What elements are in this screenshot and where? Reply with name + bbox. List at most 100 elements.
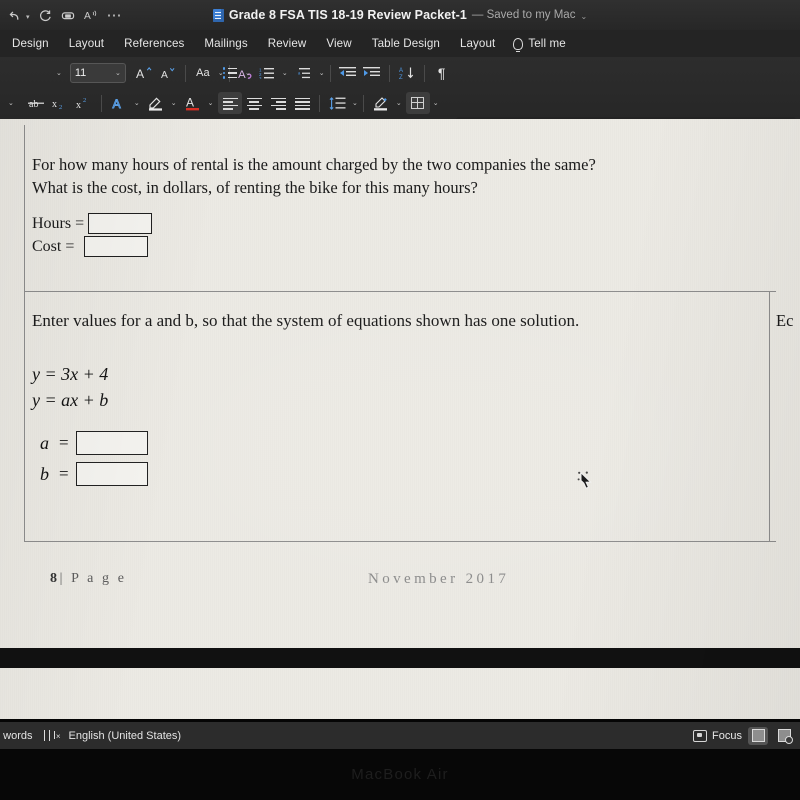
variable-a-input-box[interactable] — [75, 431, 148, 455]
equals-sign-a: = — [59, 433, 69, 452]
tab-table-layout[interactable]: Layout — [450, 37, 505, 50]
change-case-icon[interactable]: Aa — [191, 62, 215, 84]
print-layout-view-button[interactable] — [748, 726, 768, 745]
multilevel-list-icon[interactable]: a — [292, 62, 316, 84]
divider — [319, 94, 320, 112]
focus-button[interactable]: Focus — [693, 729, 742, 742]
superscript-icon[interactable]: x2 — [72, 92, 96, 114]
bulleted-list-chevron-icon[interactable]: ⌄ — [245, 69, 251, 77]
question-1-block: For how many hours of rental is the amou… — [32, 153, 772, 200]
tell-me-label: Tell me — [528, 37, 566, 50]
numbered-list-icon[interactable]: 123 — [255, 62, 279, 84]
numbered-list-chevron-icon[interactable]: ⌄ — [282, 69, 288, 77]
web-layout-view-button[interactable] — [774, 727, 794, 745]
svg-text:a: a — [298, 70, 301, 75]
title-bar: ▾ A ⋯ Grade 8 FSA TIS 18-19 Review Packe… — [0, 0, 800, 30]
question-2-block: Enter values for a and b, so that the sy… — [32, 309, 772, 333]
equals-sign-b: = — [59, 464, 69, 483]
bulleted-list-icon[interactable] — [218, 62, 242, 84]
font-name-chevron-icon[interactable]: ⌄ — [56, 69, 62, 77]
print-layout-view-icon — [751, 729, 765, 742]
tab-table-design[interactable]: Table Design — [362, 37, 450, 50]
tab-review[interactable]: Review — [258, 37, 317, 50]
cost-label: Cost = — [32, 237, 75, 255]
undo-dropdown-chevron-icon[interactable]: ▾ — [26, 13, 30, 21]
proofing-off-icon[interactable]: × — [43, 730, 61, 741]
svg-text:3: 3 — [259, 76, 262, 79]
footer-date: November 2017 — [368, 571, 510, 587]
variable-a-row: a = — [40, 431, 780, 455]
variable-b-row: b = — [40, 462, 780, 486]
borders-icon[interactable] — [405, 92, 430, 114]
svg-text:A: A — [186, 96, 194, 110]
shrink-font-icon[interactable]: A — [156, 62, 180, 84]
focus-label: Focus — [712, 729, 742, 742]
shading-icon[interactable] — [369, 92, 393, 114]
footer-page-number: 8| P a g e — [50, 571, 127, 587]
grow-font-icon[interactable]: A — [132, 62, 156, 84]
svg-text:2: 2 — [59, 104, 62, 110]
increase-indent-icon[interactable] — [360, 62, 384, 84]
divider — [362, 94, 364, 112]
font-style-chevron-icon[interactable]: ⌄ — [8, 99, 14, 107]
question-1-line-1: For how many hours of rental is the amou… — [32, 155, 596, 174]
shading-chevron-icon[interactable]: ⌄ — [396, 99, 402, 107]
variable-b-input-box[interactable] — [75, 462, 148, 486]
text-effects-chevron-icon[interactable]: ⌄ — [134, 99, 140, 107]
device-label: MacBook Air — [351, 766, 449, 783]
svg-text:A: A — [136, 67, 145, 81]
svg-text:x: x — [52, 99, 57, 110]
question-2-text: Enter values for a and b, so that the sy… — [32, 311, 580, 330]
align-right-icon[interactable] — [266, 92, 290, 114]
strikethrough-icon[interactable]: ab — [24, 92, 48, 114]
undo-icon[interactable] — [8, 9, 21, 22]
variable-inputs-block: a = b = — [40, 431, 780, 486]
align-center-icon[interactable] — [242, 92, 266, 114]
title-chevron-down-icon[interactable]: ⌄ — [580, 12, 587, 21]
show-formatting-marks-icon[interactable]: ¶ — [430, 62, 454, 84]
font-color-chevron-icon[interactable]: ⌄ — [208, 99, 214, 107]
language-label[interactable]: English (United States) — [69, 730, 182, 742]
tell-me-button[interactable]: Tell me — [505, 37, 566, 52]
tab-design[interactable]: Design — [0, 37, 59, 50]
font-size-input[interactable]: 11 ⌄ — [69, 63, 126, 83]
text-highlight-icon[interactable] — [144, 92, 168, 114]
text-effects-icon[interactable]: A — [107, 92, 131, 114]
font-size-chevron-icon[interactable]: ⌄ — [115, 69, 121, 77]
footer-page-word: | P a g e — [59, 571, 127, 586]
font-color-icon[interactable]: A — [181, 92, 205, 114]
borders-chevron-icon[interactable]: ⌄ — [433, 99, 439, 107]
cost-answer-box[interactable] — [84, 236, 149, 257]
divider — [100, 94, 102, 112]
decrease-indent-icon[interactable] — [336, 62, 360, 84]
print-icon[interactable] — [61, 9, 75, 22]
ribbon-row-alignment: ⌄ ⌄ ⌄ — [218, 88, 439, 118]
table-bottom-divider — [24, 541, 776, 542]
tab-references[interactable]: References — [114, 37, 194, 50]
align-justify-icon[interactable] — [290, 92, 314, 114]
quick-access-toolbar: ▾ A ⋯ — [0, 8, 123, 23]
equations-block: y = 3x + 4 y = ax + b — [32, 361, 772, 413]
document-canvas[interactable]: dollars. For how many hours of rental is… — [0, 119, 800, 719]
multilevel-list-chevron-icon[interactable]: ⌄ — [319, 69, 325, 77]
line-spacing-icon[interactable] — [325, 92, 349, 114]
tab-mailings[interactable]: Mailings — [194, 37, 257, 50]
line-spacing-chevron-icon[interactable]: ⌄ — [352, 99, 358, 107]
cost-answer-row: Cost = — [32, 236, 772, 257]
svg-text:x: x — [76, 100, 81, 110]
svg-text:2: 2 — [83, 97, 86, 104]
word-document-icon — [212, 8, 224, 22]
text-highlight-chevron-icon[interactable]: ⌄ — [171, 99, 177, 107]
redo-icon[interactable] — [39, 9, 52, 22]
sort-icon[interactable]: AZ — [395, 62, 419, 84]
tab-view[interactable]: View — [316, 37, 361, 50]
word-count-label[interactable]: 0 words — [0, 730, 33, 742]
align-left-icon[interactable] — [218, 92, 242, 114]
subscript-icon[interactable]: x2 — [48, 92, 72, 114]
read-aloud-icon[interactable]: A — [84, 9, 98, 22]
hours-answer-box[interactable] — [88, 213, 153, 234]
document-title: Grade 8 FSA TIS 18-19 Review Packet-1 — [228, 8, 467, 22]
page-gap-band — [0, 648, 800, 668]
tab-layout[interactable]: Layout — [59, 37, 114, 50]
more-commands-icon[interactable]: ⋯ — [107, 8, 123, 23]
